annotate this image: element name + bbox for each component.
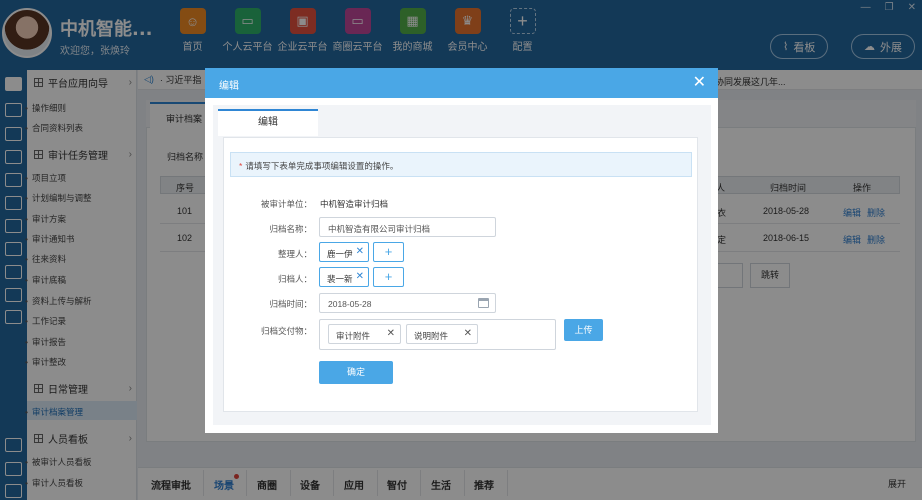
remove-icon[interactable]: ✕ (464, 328, 472, 339)
archive-date-label: 归档时间： (269, 299, 312, 309)
archive-date-input[interactable]: 2018-05-28 (319, 293, 496, 313)
archiver-tag[interactable]: 裴一新 ✕ (319, 267, 369, 287)
deliverable-label: 归档交付物： (260, 326, 312, 336)
organizer-tag[interactable]: 鹿一伊 ✕ (319, 242, 369, 262)
remove-icon[interactable]: ✕ (387, 328, 395, 339)
archiver-label: 归档人： (277, 274, 312, 284)
attachment-tag[interactable]: 说明附件 ✕ (406, 324, 478, 344)
tab-edit[interactable]: 编辑 (218, 109, 318, 136)
confirm-button[interactable]: 确定 (319, 361, 393, 384)
organizer-label: 整理人： (277, 249, 312, 259)
organizer-tag-text: 鹿一伊 (327, 249, 353, 259)
archiver-tag-text: 裴一新 (327, 274, 353, 284)
unit-value: 中机智造审计归档 (320, 199, 389, 209)
form-notice: * 请填写下表单完成事项编辑设置的操作。 (230, 152, 692, 177)
remove-icon[interactable]: ✕ (356, 271, 364, 282)
modal-header: 编辑 ✕ (205, 68, 718, 98)
add-organizer-button[interactable]: + (373, 242, 404, 262)
modal-title: 编辑 (219, 81, 239, 92)
unit-label: 被审计单位： (260, 199, 312, 209)
archive-name-input[interactable]: 中机智造有限公司审计归档 (319, 217, 496, 237)
notice-text: 请填写下表单完成事项编辑设置的操作。 (245, 161, 399, 171)
calendar-icon[interactable] (478, 298, 489, 308)
remove-icon[interactable]: ✕ (356, 246, 364, 257)
close-icon[interactable]: ✕ (693, 72, 706, 92)
archive-name-label: 归档名称： (269, 224, 312, 234)
add-archiver-button[interactable]: + (373, 267, 404, 287)
attachment-tag-text: 审计附件 (336, 331, 371, 341)
required-mark-icon: * (239, 161, 243, 171)
attachment-tag-text: 说明附件 (414, 331, 449, 341)
upload-button[interactable]: 上传 (564, 319, 603, 341)
attachment-tag[interactable]: 审计附件 ✕ (328, 324, 401, 344)
